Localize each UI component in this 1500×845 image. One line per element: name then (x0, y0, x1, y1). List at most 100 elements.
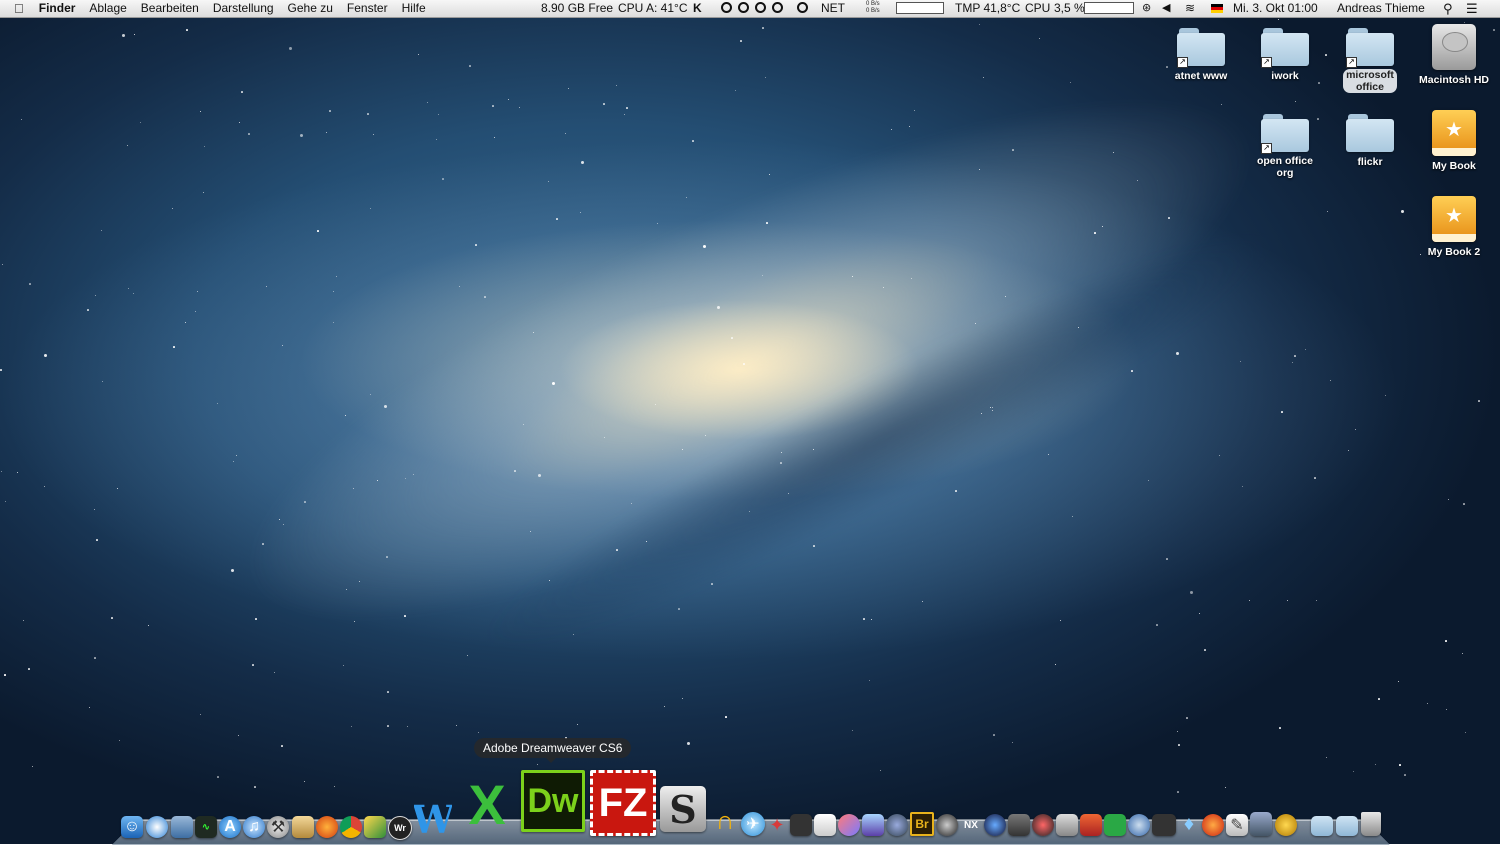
star (508, 99, 509, 100)
camera-app-icon[interactable] (1008, 814, 1030, 836)
word-icon[interactable]: W (414, 800, 452, 838)
stats-app-icon[interactable] (364, 816, 386, 838)
preview-icon[interactable] (171, 816, 193, 838)
capture-nx-icon[interactable]: NX (960, 814, 982, 836)
dreamweaver-icon[interactable]: Dw (521, 770, 585, 832)
lightbulb-app-icon[interactable]: ♦ (1178, 812, 1200, 836)
mail-app-icon[interactable]: ✈ (741, 812, 765, 836)
imovie-icon[interactable] (862, 814, 884, 836)
trash-icon[interactable] (1361, 812, 1381, 836)
star (1012, 149, 1014, 151)
aperture-icon[interactable] (984, 814, 1006, 836)
photo-booth-icon[interactable] (838, 814, 860, 836)
circle-status-icon[interactable] (797, 2, 808, 13)
filezilla-icon[interactable]: FZ (590, 770, 656, 836)
star (95, 295, 96, 296)
clock[interactable]: Mi. 3. Okt 01:00 (1233, 0, 1318, 17)
spotlight-search-icon[interactable]: ⚲ (1443, 0, 1453, 17)
cpu-load[interactable]: 3,5 % (1054, 0, 1085, 17)
lens-app-icon[interactable] (886, 814, 908, 836)
git-app-icon[interactable]: ✦ (766, 814, 788, 836)
menu-gehe-zu[interactable]: Gehe zu (281, 0, 340, 17)
volume-icon[interactable]: ◀ (1162, 0, 1170, 17)
cpu-temp-status[interactable]: CPU A: 41°C (618, 0, 688, 17)
star (373, 134, 374, 135)
chrome-icon[interactable] (340, 816, 362, 838)
desktop-icon-open-office-org[interactable]: ↗ open office org (1245, 114, 1325, 181)
finder-icon[interactable]: ☺ (121, 816, 143, 838)
disk-free-status[interactable]: 8.90 GB Free (541, 0, 613, 17)
photo-app-icon[interactable] (814, 814, 836, 836)
desktop-icon-my-book-2[interactable]: ★ My Book 2 (1414, 196, 1494, 260)
apple-menu-icon[interactable]:  (0, 0, 32, 17)
activity-monitor-icon[interactable]: ∿ (195, 816, 217, 838)
desktop-icon-my-book[interactable]: ★ My Book (1414, 110, 1494, 174)
desktop-icon-iwork[interactable]: ↗ iwork (1245, 28, 1325, 84)
scrivener-icon[interactable]: S (660, 786, 706, 832)
text-edit-icon[interactable]: ✎ (1226, 814, 1248, 836)
notification-center-icon[interactable]: ☰ (1466, 0, 1478, 17)
star (386, 556, 388, 558)
input-language-flag-icon[interactable] (1211, 4, 1223, 13)
wifi-icon[interactable]: ≋ (1185, 0, 1195, 17)
network-globe-icon[interactable] (1128, 814, 1150, 836)
power-icon-1[interactable] (721, 2, 732, 13)
k-menu-icon[interactable]: K (693, 0, 702, 17)
utilities-icon[interactable]: ⚒ (267, 816, 289, 838)
power-icon-2[interactable] (738, 2, 749, 13)
star (134, 34, 135, 35)
itunes-icon[interactable]: ♫ (243, 816, 265, 838)
star (687, 742, 690, 745)
burn-app-icon[interactable] (1202, 814, 1224, 836)
menu-bearbeiten[interactable]: Bearbeiten (134, 0, 206, 17)
firefox-icon[interactable] (316, 816, 338, 838)
star (427, 102, 428, 103)
cpu-label[interactable]: CPU (1025, 0, 1050, 17)
desktop-icon-flickr[interactable]: flickr (1330, 114, 1410, 170)
gold-app-icon[interactable] (1275, 814, 1297, 836)
star (492, 105, 494, 107)
star (1295, 101, 1296, 102)
net-label[interactable]: NET (821, 0, 845, 17)
menu-fenster[interactable]: Fenster (340, 0, 395, 17)
power-icon-4[interactable] (772, 2, 783, 13)
horseshoe-app-icon[interactable]: ∩ (711, 806, 739, 834)
temperature-status[interactable]: TMP 41,8°C (955, 0, 1020, 17)
star (283, 524, 284, 525)
star (871, 619, 872, 620)
wordpress-icon[interactable]: Wr (388, 816, 412, 840)
adobe-bridge-icon[interactable]: Br (910, 812, 934, 836)
menu-darstellung[interactable]: Darstellung (206, 0, 281, 17)
applications-folder-icon[interactable] (1311, 816, 1333, 836)
user-name[interactable]: Andreas Thieme (1337, 0, 1425, 17)
green-app-icon[interactable] (1104, 814, 1126, 836)
safari-icon[interactable] (146, 816, 168, 838)
dark-app-icon[interactable] (790, 814, 812, 836)
notebook-icon[interactable] (292, 816, 314, 838)
document-stack-icon[interactable] (1250, 812, 1272, 836)
star (1385, 395, 1386, 396)
desktop-icon-label: flickr (1357, 156, 1383, 168)
screenshot-app-icon[interactable] (1056, 814, 1078, 836)
star (367, 113, 369, 115)
status-monitor-icon[interactable] (1152, 814, 1176, 836)
desktop-icon-atnet-www[interactable]: ↗ atnet www (1161, 28, 1241, 84)
bluetooth-icon[interactable]: ⊛ (1142, 0, 1151, 17)
camera-lens-icon[interactable] (936, 814, 958, 836)
menu-ablage[interactable]: Ablage (82, 0, 133, 17)
desktop-icon-macintosh-hd[interactable]: Macintosh HD (1414, 24, 1494, 88)
power-icon-3[interactable] (755, 2, 766, 13)
recorder-app-icon[interactable] (1032, 814, 1054, 836)
downloads-folder-icon[interactable] (1336, 816, 1358, 836)
app-store-icon[interactable]: A (219, 816, 241, 838)
excel-icon[interactable]: X (462, 776, 512, 832)
menu-hilfe[interactable]: Hilfe (395, 0, 433, 17)
star (102, 381, 103, 382)
star (530, 531, 531, 532)
red-app-icon[interactable] (1080, 814, 1102, 836)
menu-app-name[interactable]: Finder (32, 0, 83, 17)
star (780, 462, 782, 464)
desktop-icon-microsoft-office[interactable]: ↗ microsoft office (1330, 28, 1410, 95)
network-graph[interactable] (896, 2, 944, 14)
cpu-load-meter[interactable] (1084, 2, 1134, 14)
